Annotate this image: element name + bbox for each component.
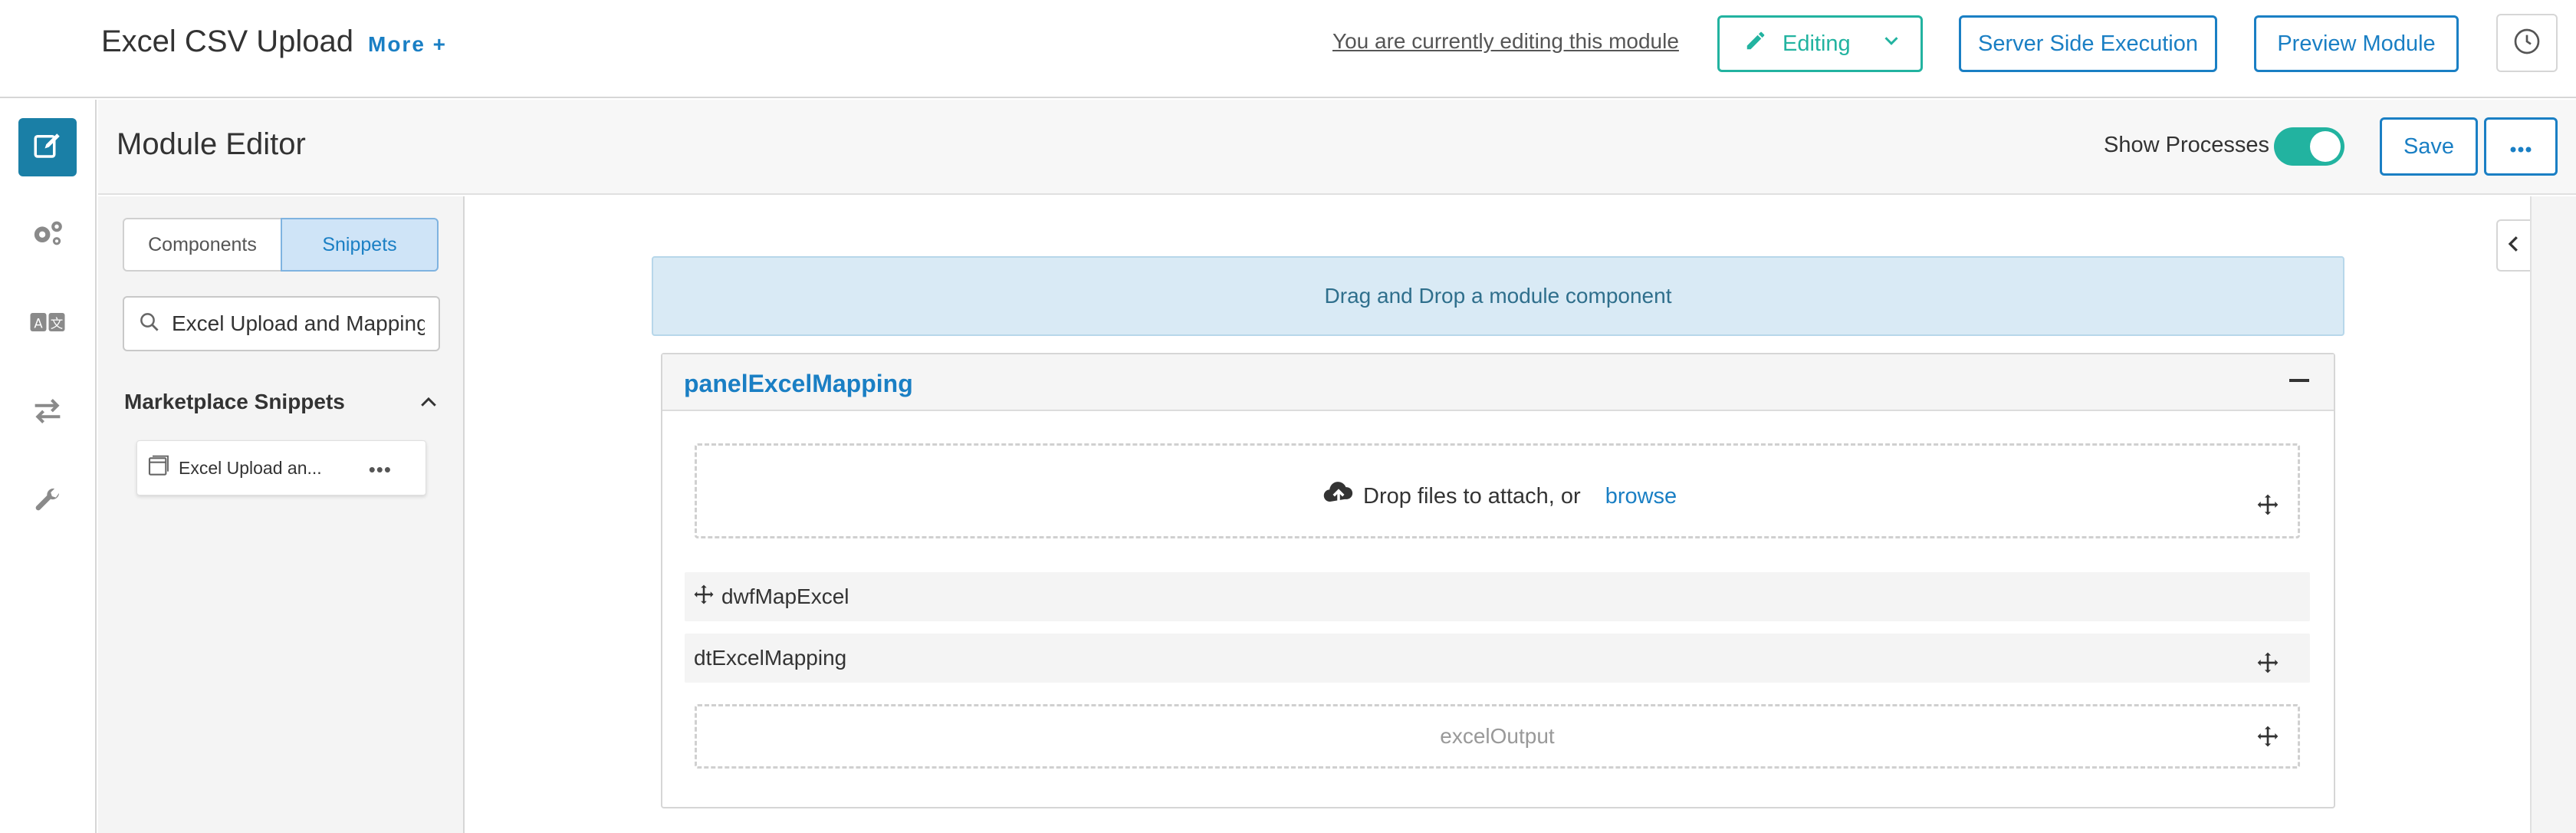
wrench-icon xyxy=(32,485,63,519)
module-editor-title: Module Editor xyxy=(117,127,306,161)
rail-item-translations[interactable]: A文 xyxy=(18,295,77,353)
row-label: dtExcelMapping xyxy=(694,646,847,670)
arrows-icon xyxy=(31,396,64,430)
server-side-execution-button[interactable]: Server Side Execution xyxy=(1959,15,2217,72)
move-icon[interactable] xyxy=(692,583,715,611)
gears-icon xyxy=(29,216,66,254)
toggle-knob xyxy=(2310,131,2341,162)
editing-note-link[interactable]: You are currently editing this module xyxy=(1332,29,1679,54)
snippet-name: Excel Upload an... xyxy=(179,457,322,478)
search-icon xyxy=(138,311,161,337)
translate-icon: A文 xyxy=(29,311,66,337)
pencil-icon xyxy=(1744,29,1767,58)
editing-label: Editing xyxy=(1783,31,1851,56)
window-icon xyxy=(146,454,171,482)
edit-icon xyxy=(31,130,64,166)
right-side-panel xyxy=(2530,196,2576,833)
snippet-options-icon[interactable]: ••• xyxy=(369,458,392,482)
editing-dropdown-button[interactable]: Editing xyxy=(1717,15,1923,72)
chevron-down-icon xyxy=(1880,29,1903,58)
move-icon[interactable] xyxy=(2256,492,2280,517)
attach-text: Drop files to attach, or xyxy=(1363,483,1581,509)
component-palette xyxy=(98,196,465,833)
more-options-button[interactable] xyxy=(2484,117,2558,176)
tab-snippets[interactable]: Snippets xyxy=(281,218,439,272)
chevron-up-icon[interactable] xyxy=(417,391,440,418)
file-attach-prompt: Drop files to attach, or browse xyxy=(1322,479,1677,514)
component-drop-zone[interactable]: Drag and Drop a module component xyxy=(652,256,2344,336)
browse-link[interactable]: browse xyxy=(1605,484,1677,509)
chevron-left-icon xyxy=(2505,232,2523,259)
rail-item-tools[interactable] xyxy=(18,472,77,531)
svg-text:文: 文 xyxy=(51,316,64,331)
move-icon[interactable] xyxy=(2256,650,2280,675)
preview-module-button[interactable]: Preview Module xyxy=(2254,15,2459,72)
svg-text:A: A xyxy=(34,316,43,331)
rail-item-editor[interactable] xyxy=(18,118,77,176)
cloud-upload-icon xyxy=(1322,479,1355,514)
minus-icon[interactable] xyxy=(2289,379,2309,382)
snippet-search-input[interactable] xyxy=(172,311,425,336)
marketplace-snippets-label: Marketplace Snippets xyxy=(124,390,345,413)
snippet-card[interactable]: Excel Upload an... ••• xyxy=(136,440,426,496)
app-title: Excel CSV Upload xyxy=(101,25,354,58)
icon-rail: A文 xyxy=(0,100,97,833)
panel-header[interactable] xyxy=(662,354,2334,411)
dt-excel-mapping-row[interactable]: dtExcelMapping xyxy=(685,634,2310,683)
row-label: dwfMapExcel xyxy=(721,584,849,608)
move-icon[interactable] xyxy=(2256,724,2280,749)
ellipsis-icon xyxy=(2509,134,2532,160)
show-processes-toggle[interactable] xyxy=(2274,127,2344,166)
show-processes-label: Show Processes xyxy=(2104,133,2269,157)
clock-icon xyxy=(2512,26,2542,61)
save-button[interactable]: Save xyxy=(2380,117,2478,176)
snippet-search-box xyxy=(123,296,440,351)
history-button[interactable] xyxy=(2496,14,2558,72)
excel-output-zone[interactable]: excelOutput xyxy=(695,704,2300,769)
tab-components[interactable]: Components xyxy=(123,218,282,272)
rail-item-integrations[interactable] xyxy=(18,384,77,442)
collapse-panel-button[interactable] xyxy=(2496,219,2530,272)
more-link[interactable]: More + xyxy=(368,32,447,57)
rail-item-settings[interactable] xyxy=(18,206,77,264)
panel-title: panelExcelMapping xyxy=(684,370,913,397)
dwf-map-excel-row[interactable]: dwfMapExcel xyxy=(685,572,2310,621)
